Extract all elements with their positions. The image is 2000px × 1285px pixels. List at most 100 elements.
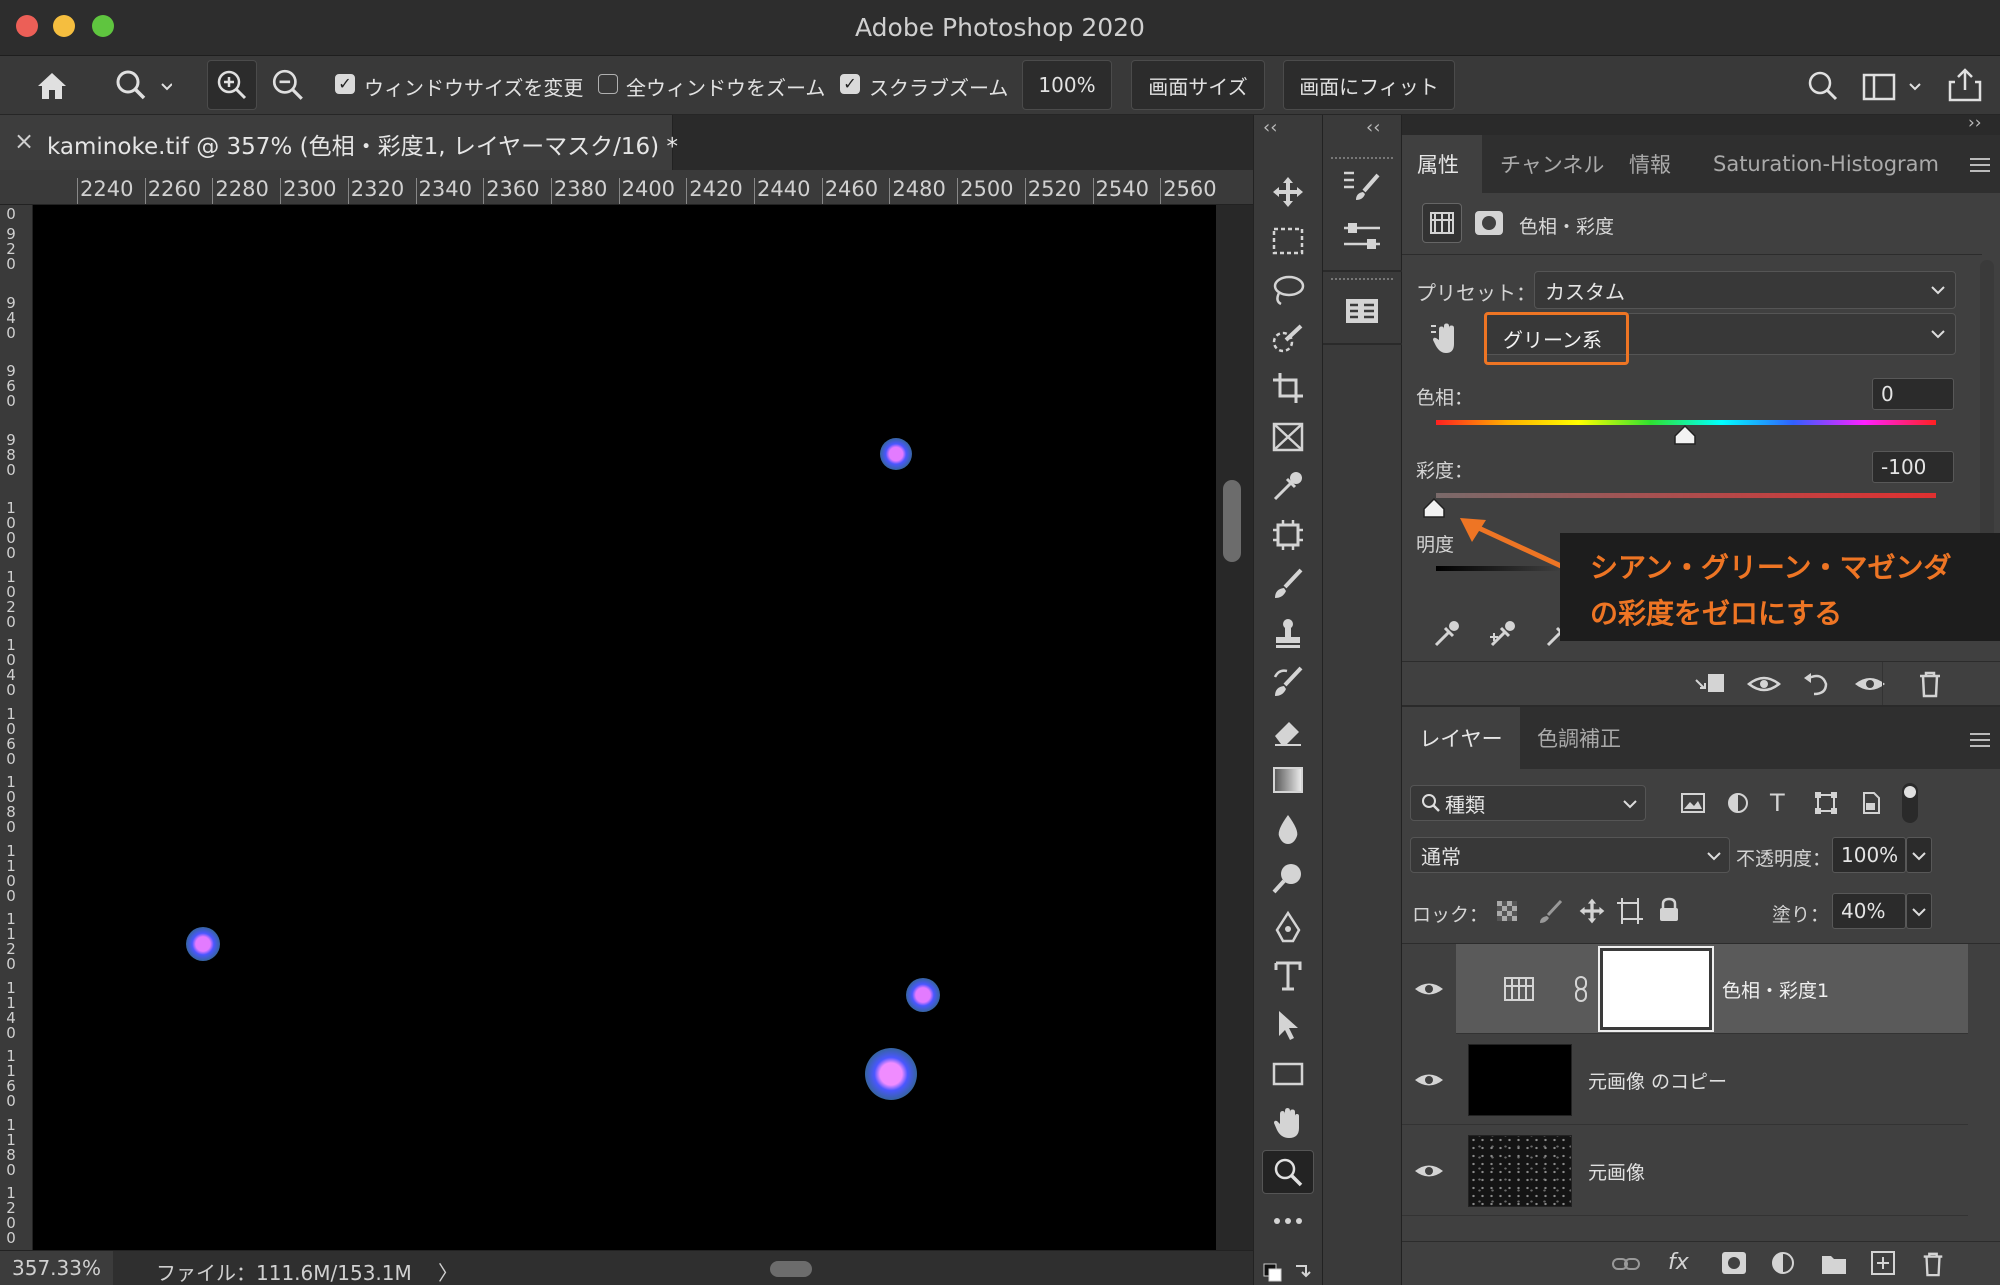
add-mask-icon[interactable] [1720, 1250, 1748, 1276]
eyedropper-tool-icon[interactable] [1262, 464, 1314, 508]
new-group-icon[interactable] [1820, 1252, 1848, 1276]
resize-windows-checkbox[interactable]: ✓ [335, 74, 355, 94]
share-icon[interactable] [1947, 66, 1983, 104]
status-menu-arrow[interactable]: 〉 [438, 1257, 458, 1285]
workspace-icon[interactable] [1862, 70, 1924, 104]
home-icon[interactable] [32, 66, 72, 106]
eraser-tool-icon[interactable] [1262, 709, 1314, 753]
fit-screen-button[interactable]: 画面サイズ [1131, 60, 1265, 110]
tools-collapse-icon[interactable]: ‹‹ [1263, 117, 1277, 138]
layer-name[interactable]: 色相・彩度1 [1722, 976, 1829, 1003]
marquee-tool-icon[interactable] [1262, 219, 1314, 263]
patch-tool-icon[interactable] [1262, 513, 1314, 557]
quick-selection-tool-icon[interactable] [1262, 317, 1314, 361]
eye-icon[interactable] [1414, 979, 1444, 999]
lock-position-icon[interactable] [1578, 897, 1606, 925]
properties-menu-icon[interactable] [1970, 157, 1990, 172]
lock-pixels-icon[interactable] [1537, 899, 1563, 925]
new-adjustment-layer-icon[interactable] [1770, 1250, 1798, 1278]
hue-value-field[interactable]: 0 [1872, 378, 1954, 410]
blend-mode-dropdown[interactable]: 通常 [1410, 837, 1730, 873]
blur-tool-icon[interactable] [1262, 807, 1314, 851]
gradient-tool-icon[interactable] [1262, 758, 1314, 802]
fill-dropdown-button[interactable] [1906, 893, 1932, 929]
path-selection-tool-icon[interactable] [1262, 1003, 1314, 1047]
fill-field[interactable]: 40% [1832, 893, 1906, 929]
hand-tool-icon[interactable] [1262, 1101, 1314, 1145]
horizontal-scrollbar-thumb[interactable] [770, 1261, 812, 1277]
history-brush-tool-icon[interactable] [1262, 660, 1314, 704]
filter-type-icon[interactable]: T [1770, 789, 1785, 817]
eye-icon[interactable] [1414, 1161, 1444, 1181]
lock-transparency-icon[interactable] [1495, 899, 1519, 923]
filter-toggle[interactable] [1902, 783, 1918, 823]
tab-properties[interactable]: 属性 [1402, 135, 1482, 193]
properties-panel-icon[interactable] [1340, 289, 1384, 333]
lock-all-icon[interactable] [1658, 897, 1680, 923]
zoom-in-button[interactable] [207, 60, 257, 110]
preset-dropdown[interactable]: カスタム [1534, 271, 1956, 309]
layer-row[interactable]: 元画像 [1402, 1126, 1968, 1216]
zoom-100-button[interactable]: 100% [1022, 60, 1112, 110]
opacity-dropdown-button[interactable] [1906, 837, 1932, 873]
saturation-value-field[interactable]: -100 [1872, 451, 1954, 483]
eyedropper-plus-icon[interactable] [1488, 615, 1518, 649]
move-tool-icon[interactable] [1262, 170, 1314, 214]
channel-value-highlight[interactable]: グリーン系 [1484, 312, 1629, 365]
document-tab[interactable]: × kaminoke.tif @ 357% (色相・彩度1, レイヤーマスク/1… [0, 115, 678, 170]
new-layer-icon[interactable] [1870, 1250, 1896, 1276]
properties-scrollbar[interactable] [1980, 260, 1994, 550]
tab-info[interactable]: 情報 [1614, 135, 1686, 193]
vertical-scrollbar-thumb[interactable] [1223, 480, 1241, 562]
layer-row[interactable]: 元画像 のコピー [1402, 1035, 1968, 1125]
link-layers-icon[interactable] [1612, 1254, 1640, 1274]
on-image-adjust-icon[interactable] [1428, 320, 1464, 356]
saturation-slider-track[interactable] [1436, 493, 1936, 498]
panel-expand-icon[interactable]: ›› [1968, 113, 1982, 133]
tab-channels[interactable]: チャンネル [1485, 135, 1619, 193]
reset-icon[interactable] [1800, 670, 1832, 698]
hue-slider-thumb[interactable] [1674, 424, 1696, 445]
link-icon[interactable] [1574, 975, 1588, 1003]
layer-filter-dropdown[interactable]: 種類 [1410, 785, 1646, 821]
dock-collapse-icon[interactable]: ‹‹ [1366, 117, 1380, 138]
search-icon[interactable] [1805, 68, 1841, 104]
more-tools-icon[interactable] [1262, 1199, 1314, 1243]
zoom-out-icon[interactable] [270, 67, 306, 103]
tab-layers[interactable]: レイヤー [1402, 707, 1520, 769]
zoom-all-windows-checkbox[interactable] [598, 74, 618, 94]
zoom-tool-active-icon[interactable] [1262, 1150, 1314, 1194]
layer-name[interactable]: 元画像 のコピー [1588, 1067, 1727, 1094]
clip-to-layer-icon[interactable] [1692, 670, 1728, 698]
view-previous-state-icon[interactable] [1746, 670, 1782, 698]
document-canvas[interactable] [33, 205, 1216, 1250]
lasso-tool-icon[interactable] [1262, 268, 1314, 312]
pen-tool-icon[interactable] [1262, 905, 1314, 949]
delete-layer-icon[interactable] [1920, 1250, 1946, 1278]
tab-adjustments[interactable]: 色調補正 [1522, 707, 1636, 769]
layer-mask-thumbnail[interactable] [1598, 946, 1714, 1032]
layer-row[interactable]: 色相・彩度1 [1402, 944, 1968, 1034]
fill-screen-button[interactable]: 画面にフィット [1283, 60, 1455, 110]
scrubby-zoom-checkbox[interactable]: ✓ [840, 74, 860, 94]
close-tab-icon[interactable]: × [14, 127, 34, 155]
mask-icon[interactable] [1474, 210, 1504, 236]
clone-stamp-tool-icon[interactable] [1262, 611, 1314, 655]
frame-tool-icon[interactable] [1262, 415, 1314, 459]
layer-style-icon[interactable]: fx [1668, 1250, 1689, 1275]
adjustments-panel-icon[interactable] [1340, 215, 1384, 259]
filter-smart-object-icon[interactable] [1858, 791, 1882, 815]
dodge-tool-icon[interactable] [1262, 856, 1314, 900]
filter-shape-icon[interactable] [1814, 791, 1838, 815]
history-panel-icon[interactable] [1340, 165, 1384, 209]
eyedropper-icon[interactable] [1432, 615, 1462, 649]
eye-icon[interactable] [1414, 1070, 1444, 1090]
tab-saturation-histogram[interactable]: Saturation-Histogram [1698, 135, 1954, 193]
zoom-tool-icon[interactable] [112, 66, 173, 106]
layers-menu-icon[interactable] [1970, 732, 1990, 747]
lock-artboard-icon[interactable] [1616, 897, 1644, 925]
zoom-level[interactable]: 357.33% [0, 1251, 113, 1285]
filter-pixel-icon[interactable] [1680, 791, 1706, 815]
brush-tool-icon[interactable] [1262, 562, 1314, 606]
crop-tool-icon[interactable] [1262, 366, 1314, 410]
